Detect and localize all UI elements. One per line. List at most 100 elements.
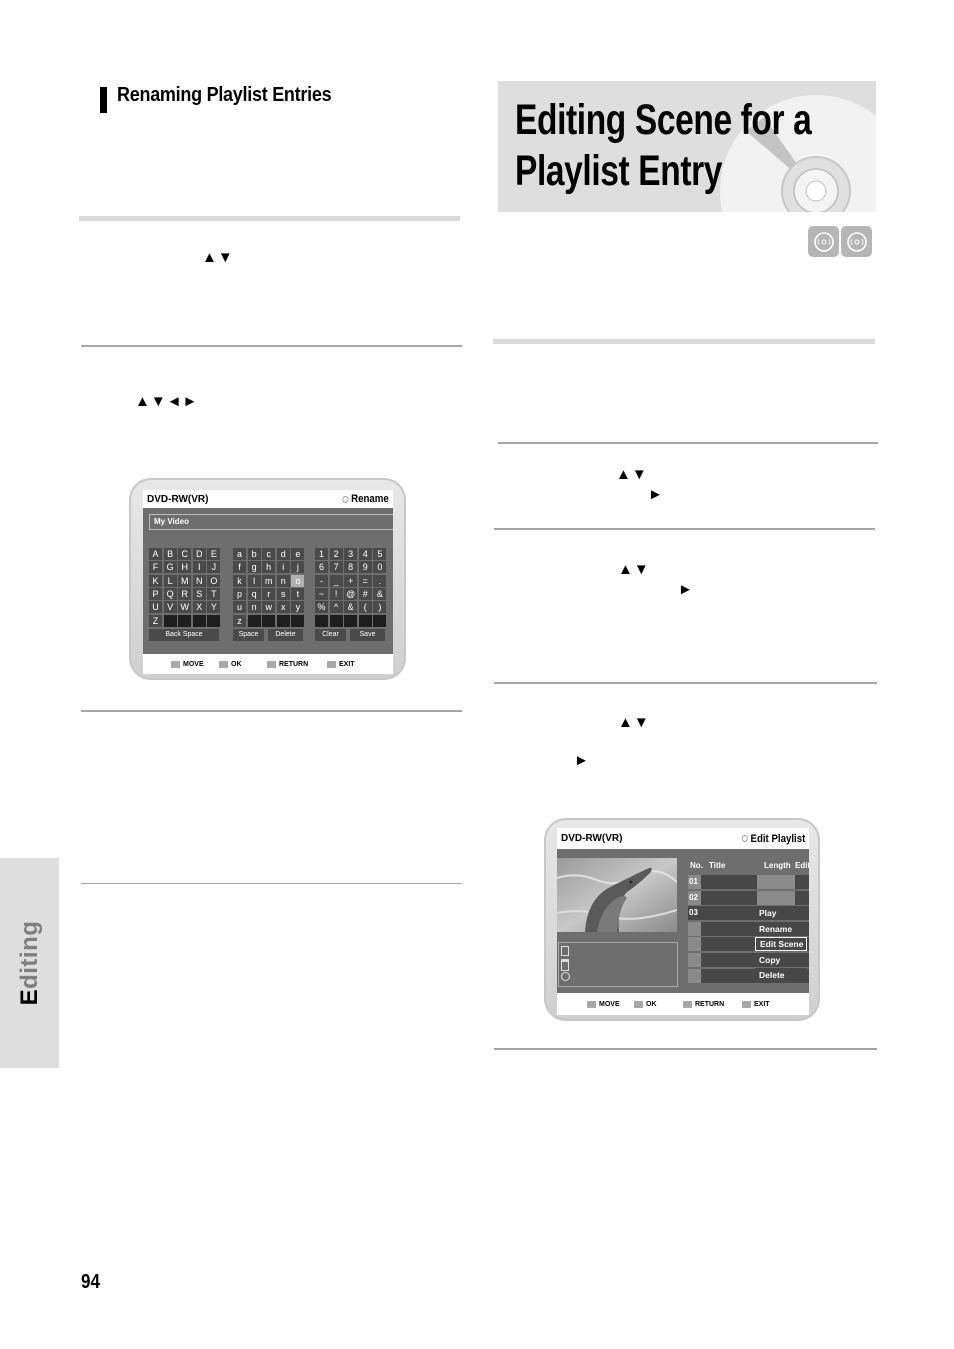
key-uppercase[interactable]: D [192,548,206,560]
key-symbol[interactable]: 4 [358,548,372,560]
key-empty[interactable] [192,614,206,627]
key-uppercase[interactable]: O [207,574,221,587]
key-symbol[interactable]: ^ [329,601,343,614]
key-uppercase[interactable]: W [178,601,192,614]
key-uppercase[interactable]: F [149,561,162,574]
key-symbol[interactable]: 7 [329,561,343,574]
key-uppercase[interactable]: I [192,561,206,574]
key-empty[interactable] [276,614,290,627]
key-empty[interactable] [315,614,328,627]
key-empty[interactable] [178,614,192,627]
key-uppercase[interactable]: Q [163,587,177,600]
space-button[interactable]: Space [233,629,264,641]
key-lowercase[interactable]: x [276,601,290,614]
key-symbol[interactable]: 8 [344,561,358,574]
key-uppercase[interactable]: R [178,587,192,600]
key-symbol[interactable]: 2 [329,548,343,560]
key-empty[interactable] [163,614,177,627]
key-lowercase[interactable]: n [247,601,261,614]
clear-button[interactable]: Clear [315,629,346,641]
key-uppercase[interactable]: P [149,587,162,600]
key-uppercase[interactable]: G [163,561,177,574]
key-uppercase[interactable]: U [149,601,162,614]
key-lowercase[interactable]: n [276,574,290,587]
key-lowercase[interactable]: k [233,574,246,587]
key-lowercase[interactable]: d [276,548,290,560]
key-lowercase[interactable]: h [262,561,276,574]
key-lowercase[interactable]: w [262,601,276,614]
key-lowercase[interactable]: s [276,587,290,600]
key-uppercase[interactable]: V [163,601,177,614]
key-symbol[interactable]: ~ [315,587,328,600]
key-symbol[interactable]: ( [358,601,372,614]
key-uppercase[interactable]: Y [207,601,221,614]
key-uppercase[interactable]: E [207,548,221,560]
key-empty[interactable] [247,614,261,627]
key-uppercase[interactable]: Z [149,614,162,627]
key-uppercase[interactable]: X [192,601,206,614]
key-empty[interactable] [344,614,358,627]
key-lowercase[interactable]: a [233,548,246,560]
key-uppercase[interactable]: C [178,548,192,560]
key-symbol[interactable]: & [344,601,358,614]
back-space-button[interactable]: Back Space [149,629,219,641]
menu-item-edit-scene[interactable]: Edit Scene [755,937,807,952]
key-lowercase[interactable]: u [233,601,246,614]
key-lowercase[interactable]: r [262,587,276,600]
key-lowercase[interactable]: l [247,574,261,587]
key-symbol[interactable]: + [344,574,358,587]
key-lowercase[interactable]: q [247,587,261,600]
key-symbol[interactable]: 3 [344,548,358,560]
key-symbol[interactable]: @ [344,587,358,600]
key-symbol[interactable]: 5 [373,548,387,560]
key-lowercase[interactable]: y [291,601,305,614]
key-uppercase[interactable]: A [149,548,162,560]
key-uppercase[interactable]: M [178,574,192,587]
key-uppercase[interactable]: L [163,574,177,587]
key-symbol[interactable]: ) [373,601,387,614]
key-symbol[interactable]: _ [329,574,343,587]
key-symbol[interactable]: - [315,574,328,587]
key-symbol[interactable]: . [373,574,387,587]
key-lowercase[interactable]: i [276,561,290,574]
key-symbol[interactable]: 0 [373,561,387,574]
delete-button[interactable]: Delete [268,629,303,641]
menu-item-play[interactable]: Play [755,906,807,920]
key-empty[interactable] [373,614,387,627]
key-empty[interactable] [207,614,221,627]
menu-item-copy[interactable]: Copy [755,952,807,967]
key-symbol[interactable]: # [358,587,372,600]
key-lowercase[interactable]: m [262,574,276,587]
name-input[interactable]: My Video [149,514,393,530]
key-symbol[interactable]: % [315,601,328,614]
key-symbol[interactable]: 1 [315,548,328,560]
key-uppercase[interactable]: B [163,548,177,560]
key-lowercase[interactable]: o [291,574,305,587]
key-uppercase[interactable]: N [192,574,206,587]
key-uppercase[interactable]: T [207,587,221,600]
key-lowercase[interactable]: p [233,587,246,600]
key-lowercase[interactable]: b [247,548,261,560]
key-lowercase[interactable]: z [233,614,246,627]
key-lowercase[interactable]: f [233,561,246,574]
key-uppercase[interactable]: S [192,587,206,600]
key-empty[interactable] [358,614,372,627]
key-empty[interactable] [291,614,305,627]
key-uppercase[interactable]: K [149,574,162,587]
menu-item-delete[interactable]: Delete [755,968,807,983]
key-symbol[interactable]: = [358,574,372,587]
key-lowercase[interactable]: c [262,548,276,560]
key-lowercase[interactable]: e [291,548,305,560]
key-lowercase[interactable]: g [247,561,261,574]
key-symbol[interactable]: 9 [358,561,372,574]
key-symbol[interactable]: & [373,587,387,600]
key-symbol[interactable]: ! [329,587,343,600]
key-lowercase[interactable]: j [291,561,305,574]
key-empty[interactable] [262,614,276,627]
key-empty[interactable] [329,614,343,627]
key-lowercase[interactable]: t [291,587,305,600]
key-symbol[interactable]: 6 [315,561,328,574]
menu-item-rename[interactable]: Rename [755,921,807,936]
key-uppercase[interactable]: H [178,561,192,574]
save-button[interactable]: Save [350,629,385,641]
